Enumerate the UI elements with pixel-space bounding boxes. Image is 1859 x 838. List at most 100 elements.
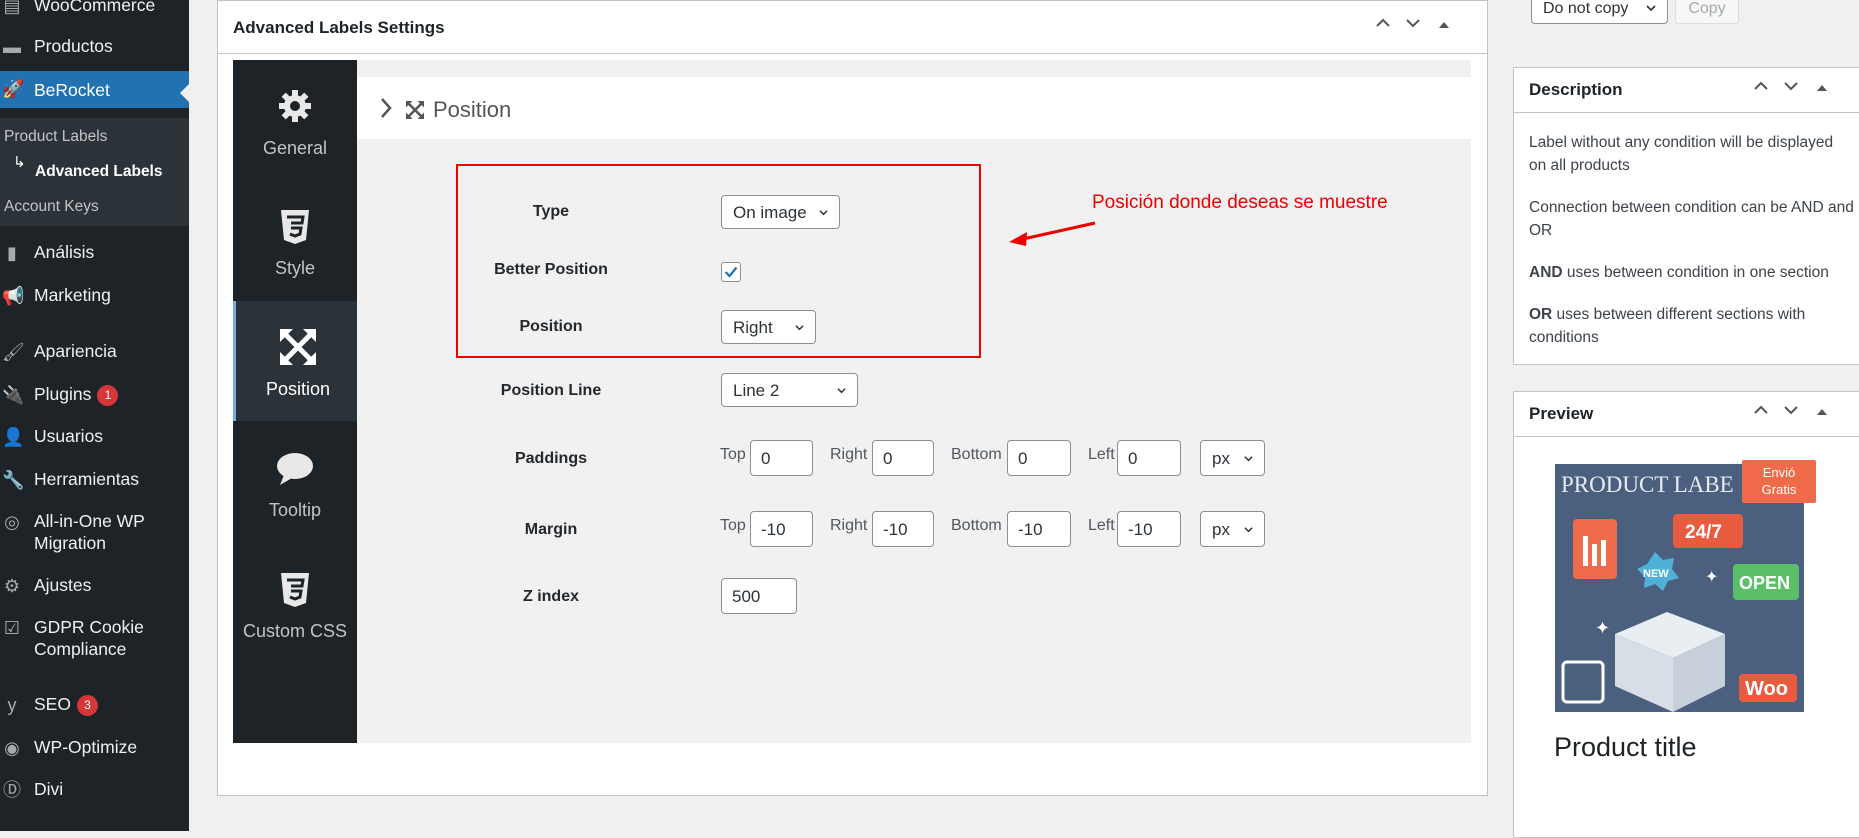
annotation-text: Posición donde deseas se muestre	[1092, 192, 1388, 213]
padding-right-input[interactable]: 0	[872, 440, 934, 476]
description-text-4: OR uses between different sections with …	[1529, 306, 1806, 346]
margin-bottom-input[interactable]: -10	[1007, 511, 1071, 547]
submenu-branch-icon: ↳	[13, 154, 26, 171]
menu-item-all-in-one-migration[interactable]: ◎ All-in-One WP Migration	[0, 510, 189, 556]
move-down-icon[interactable]	[1778, 402, 1804, 426]
menu-item-productos[interactable]: ▬ Productos	[0, 35, 189, 57]
submenu-advanced-labels[interactable]: Advanced Labels	[35, 163, 163, 181]
margin-top-input[interactable]: -10	[750, 511, 813, 547]
svg-text:✦: ✦	[1705, 569, 1718, 586]
padding-left-input[interactable]: 0	[1117, 440, 1181, 476]
preview-title: Preview	[1529, 404, 1594, 423]
margin-right-input[interactable]: -10	[872, 511, 934, 547]
chevron-down-icon	[1646, 5, 1656, 12]
section-title: Position	[433, 97, 512, 122]
copy-button[interactable]: Copy	[1675, 0, 1739, 24]
plug-icon: 🔌	[2, 385, 25, 405]
margin-unit-select[interactable]: px	[1200, 511, 1265, 547]
chevron-down-icon	[1244, 527, 1253, 533]
tab-general[interactable]: General	[233, 60, 357, 180]
description-text-1: Label without any condition will be disp…	[1529, 134, 1834, 174]
box-controls	[1370, 15, 1457, 39]
description-title: Description	[1529, 80, 1623, 99]
image-tag-open: OPEN	[1739, 573, 1790, 593]
tab-custom-css[interactable]: Custom CSS	[233, 543, 357, 663]
submenu-account-keys[interactable]: Account Keys	[4, 198, 99, 216]
menu-item-gdpr[interactable]: ☑ GDPR Cookie Compliance	[0, 616, 189, 662]
margin-left-label: Left	[1088, 517, 1115, 534]
menu-item-woocommerce[interactable]: ▤ WooCommerce	[0, 0, 189, 16]
image-tag-new: NEW	[1643, 568, 1669, 580]
gear-icon	[279, 90, 311, 122]
settings-box-title: Advanced Labels Settings	[233, 18, 445, 37]
image-tag-247: 24/7	[1685, 522, 1722, 543]
margin-right-label: Right	[830, 517, 868, 534]
settings-icon: ⚙	[3, 576, 21, 596]
paintbrush-icon: 🖌	[2, 342, 25, 362]
margin-bottom-label: Bottom	[951, 517, 1002, 534]
tab-style[interactable]: Style	[233, 180, 357, 300]
copy-select[interactable]: Do not copy	[1531, 0, 1668, 24]
css3-icon	[281, 210, 309, 244]
collapse-toggle-icon[interactable]	[1809, 402, 1835, 426]
chart-bar-icon: ▮	[7, 243, 17, 263]
users-icon: 👤	[2, 427, 25, 447]
image-tag-woo: Woo	[1745, 678, 1788, 700]
woocommerce-icon: ▤	[3, 0, 21, 16]
margin-label: Margin	[524, 521, 578, 538]
submenu-product-labels[interactable]: Product Labels	[4, 128, 107, 146]
highlight-box	[456, 164, 981, 358]
padding-right-label: Right	[830, 446, 868, 463]
annotation-arrow-icon	[1009, 221, 1096, 246]
collapse-toggle-icon[interactable]	[1809, 78, 1835, 102]
padding-bottom-input[interactable]: 0	[1007, 440, 1071, 476]
tab-position[interactable]: Position	[233, 301, 357, 421]
yoast-icon: y	[7, 695, 17, 715]
paddings-label: Paddings	[514, 450, 587, 467]
seo-badge: 3	[76, 695, 98, 716]
migration-icon: ◎	[4, 512, 20, 532]
chevron-down-icon	[837, 388, 846, 394]
chevron-down-icon	[1244, 456, 1253, 462]
section-header[interactable]: Position	[357, 77, 1471, 139]
settings-box-header: Advanced Labels Settings	[218, 1, 1487, 54]
padding-unit-select[interactable]: px	[1200, 440, 1265, 476]
archive-icon: ▬	[3, 37, 21, 57]
box-controls	[1748, 78, 1835, 102]
padding-top-input[interactable]: 0	[750, 440, 813, 476]
move-down-icon[interactable]	[1400, 15, 1426, 39]
product-title: Product title	[1554, 732, 1697, 762]
padding-left-label: Left	[1088, 446, 1115, 463]
arrows-alt-icon	[406, 101, 424, 119]
position-line-label: Position Line	[500, 382, 602, 399]
svg-text:✦: ✦	[1595, 618, 1610, 638]
image-banner-text: PRODUCT LABE	[1561, 472, 1734, 497]
active-arrow	[180, 84, 189, 102]
zindex-label: Z index	[522, 588, 579, 605]
position-line-select[interactable]: Line 2	[721, 373, 858, 407]
preview-box: Preview PRODUCT LABE 24/7 NEW OPEN Woo ✦	[1513, 391, 1859, 838]
sale-badge: Envió Gratis	[1742, 460, 1816, 503]
description-header: Description	[1514, 68, 1859, 113]
chevron-right-icon	[381, 98, 392, 118]
divi-icon: Ⓓ	[3, 780, 21, 800]
description-box: Description Label without any condition …	[1513, 67, 1859, 365]
zindex-input[interactable]: 500	[721, 578, 797, 614]
comment-icon	[277, 453, 313, 485]
move-up-icon[interactable]	[1748, 402, 1774, 426]
wrench-icon: 🔧	[2, 470, 25, 490]
move-up-icon[interactable]	[1370, 15, 1396, 39]
move-up-icon[interactable]	[1748, 78, 1774, 102]
plugins-update-badge: 1	[97, 385, 119, 406]
padding-top-label: Top	[720, 446, 746, 463]
tab-tooltip[interactable]: Tooltip	[233, 422, 357, 542]
collapse-toggle-icon[interactable]	[1431, 15, 1457, 39]
move-down-icon[interactable]	[1778, 78, 1804, 102]
optimize-icon: ◉	[4, 738, 20, 758]
megaphone-icon: 📢	[2, 286, 25, 306]
margin-top-label: Top	[720, 517, 746, 534]
margin-left-input[interactable]: -10	[1117, 511, 1181, 547]
plugins-label: Plugins	[34, 384, 92, 404]
padding-bottom-label: Bottom	[951, 446, 1002, 463]
menu-item-berocket[interactable]: 🚀 BeRocket	[0, 71, 189, 108]
